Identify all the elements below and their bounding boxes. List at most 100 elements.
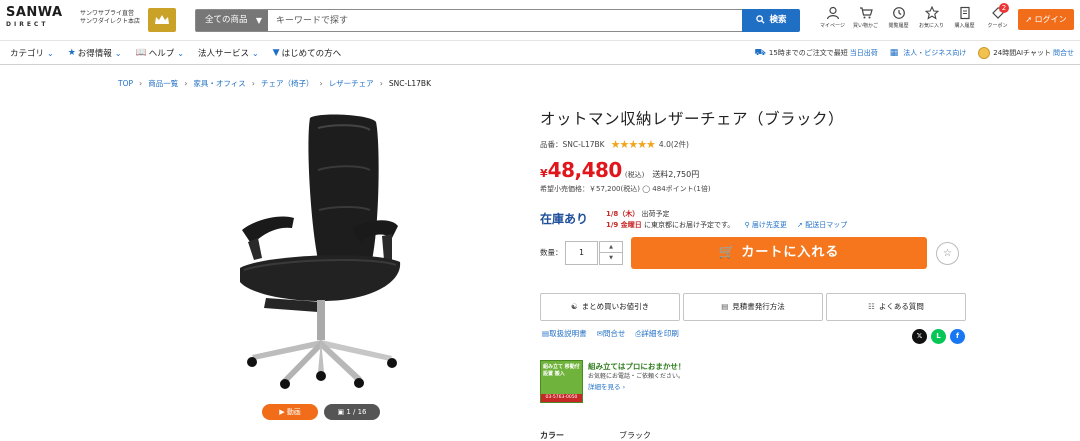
arrival-date-text: に東京都にお届け予定です。: [643, 221, 735, 229]
video-button[interactable]: ▶ 動画: [262, 404, 318, 420]
logo-main-text: SANWA: [6, 5, 63, 20]
history-icon: [892, 7, 905, 19]
star-icon: ★: [67, 48, 76, 58]
coupon-link[interactable]: 2 クーポン: [981, 3, 1014, 34]
assembly-service-subtitle: お気軽にお電話・ご依頼ください。: [588, 373, 685, 380]
coupon-label: クーポン: [987, 23, 1008, 29]
price-currency: ¥: [540, 167, 548, 180]
logo-subtitle-line1: サンワサプライ直営: [80, 10, 135, 17]
search-input[interactable]: [268, 10, 742, 31]
search-bar: 全ての商品 ▼ 検索: [195, 9, 800, 32]
quantity-input[interactable]: 1: [565, 241, 598, 265]
assembly-service-title: 組み立てはプロにおまかせ！: [588, 362, 686, 371]
ai-chat-text: 24時間AIチャット: [993, 49, 1051, 57]
crown-icon[interactable]: [148, 8, 176, 32]
shipping-fee: 送料2,750円: [652, 170, 700, 179]
site-logo[interactable]: SANWA DIRECT: [6, 6, 68, 34]
nav-item-help[interactable]: 📖 ヘルプ ⌄: [136, 47, 184, 59]
manual-link[interactable]: ▤取扱説明書: [542, 328, 587, 339]
sku-rating-row: 品番：SNC-L17BK ★★★★★ 4.0(2件): [540, 138, 689, 151]
logo-direct-text: DIRECT: [6, 21, 49, 28]
search-icon: [755, 15, 765, 24]
assembly-service-image[interactable]: 組み立て 移動付 設置 搬入 03-5763-0050: [540, 360, 583, 403]
shipping-info-text: 15時までのご注文で最短: [768, 49, 848, 57]
spec-color-label: カラー: [540, 431, 564, 440]
header-icon-bar: マイページ 買い物かご 閲覧履歴 お気に入り 購入履歴 2 クーポン: [816, 3, 1014, 34]
add-to-cart-button[interactable]: 🛒 カートに入れる: [631, 237, 927, 269]
favorite-button[interactable]: ☆: [936, 242, 959, 265]
nav-item-beginner[interactable]: ▼ はじめての方へ: [273, 47, 341, 59]
rating-value[interactable]: 4.0(2件): [659, 139, 689, 150]
chevron-right-icon: ›: [379, 79, 383, 88]
corporate-link[interactable]: ▦ 法人・ビジネス向け: [890, 48, 967, 58]
product-title: オットマン収納レザーチェア（ブラック）: [540, 110, 845, 128]
handshake-icon: ☯: [570, 302, 578, 311]
breadcrumb-item-leather-chair[interactable]: レザーチェア: [329, 78, 374, 89]
video-button-label: 動画: [286, 408, 301, 416]
login-button[interactable]: ➚ ログイン: [1018, 9, 1074, 30]
product-sku: 品番：SNC-L17BK: [540, 140, 605, 149]
quantity-decrease-icon[interactable]: ▼: [600, 253, 622, 264]
inquiry-link[interactable]: ✉問合せ: [597, 328, 626, 339]
msrp-row: 希望小売価格：￥57,200(税込) ◯ 484ポイント(1倍): [540, 184, 711, 194]
category-select[interactable]: 全ての商品 ▼: [196, 10, 268, 31]
delivery-line-2: 1/9 金曜日 に東京都にお届け予定です。 ⚲ 届け先変更 ➚ 配送日マップ: [606, 220, 847, 231]
pin-icon: ⚲: [744, 221, 750, 229]
rating-stars[interactable]: ★★★★★: [611, 138, 656, 151]
product-main-image[interactable]: [222, 110, 422, 395]
purchase-history-link[interactable]: 購入履歴: [948, 6, 981, 34]
price-tax-note: (税込): [624, 171, 645, 179]
breadcrumb-item-current: SNC-L17BK: [388, 79, 431, 88]
delivery-map-link[interactable]: ➚ 配送日マップ: [797, 221, 847, 229]
line-share-icon[interactable]: L: [931, 329, 946, 344]
print-link[interactable]: ⎙詳細を印刷: [635, 328, 679, 339]
nav-item-category[interactable]: カテゴリ ⌄: [10, 47, 54, 60]
quote-method-label: 見積書発行方法: [732, 302, 785, 311]
change-destination-link[interactable]: ⚲ 届け先変更: [745, 221, 787, 229]
quantity-label: 数量：: [540, 248, 563, 257]
ai-chat-link-label: 問合せ: [1053, 49, 1074, 57]
chevron-right-icon: ›: [622, 383, 626, 391]
login-button-label: ログイン: [1034, 15, 1067, 24]
search-button[interactable]: 検索: [742, 9, 800, 32]
nav-item-beginner-label: はじめての方へ: [281, 49, 342, 59]
quantity-stepper[interactable]: ▲ ▼: [599, 241, 623, 265]
quote-method-button[interactable]: ▤ 見積書発行方法: [683, 293, 823, 321]
assembly-details-link[interactable]: 詳細を見る ›: [588, 381, 625, 391]
history-link[interactable]: 閲覧履歴: [882, 6, 915, 34]
facebook-share-icon[interactable]: f: [950, 329, 965, 344]
x-share-icon[interactable]: 𝕏: [912, 329, 927, 344]
cart-label: 買い物かご: [852, 23, 878, 29]
shipping-info-link: 当日出荷: [849, 49, 878, 57]
ai-chat-link[interactable]: 24時間AIチャット 問合せ: [978, 47, 1074, 59]
chevron-down-icon: ⌄: [251, 48, 259, 58]
assembly-details-label: 詳細を見る: [588, 383, 621, 391]
receipt-icon: [959, 6, 970, 20]
cart-link[interactable]: 買い物かご: [849, 6, 882, 34]
assembly-image-text: 組み立て 移動付 設置 搬入: [543, 364, 580, 377]
points-value: 484ポイント(1倍): [652, 185, 711, 193]
nav-right: ⛟ 15時までのご注文で最短 当日出荷 ▦ 法人・ビジネス向け 24時間AIチャ…: [755, 41, 1074, 65]
shipping-info[interactable]: ⛟ 15時までのご注文で最短 当日出荷: [755, 48, 878, 59]
stock-status: 在庫あり: [540, 212, 589, 226]
nav-item-help-label: ヘルプ: [148, 49, 175, 59]
cart-icon: [859, 7, 873, 19]
favorites-link[interactable]: お気に入り: [915, 6, 948, 34]
breadcrumb-item-furniture[interactable]: 家具・オフィス: [193, 78, 245, 89]
delivery-map-label: 配送日マップ: [805, 221, 848, 229]
book-icon: 📖: [135, 48, 147, 58]
quantity-increase-icon[interactable]: ▲: [600, 242, 622, 253]
faq-button[interactable]: ☷ よくある質問: [826, 293, 966, 321]
nav-item-corporate-label: 法人サービス: [197, 49, 249, 59]
bulk-discount-button[interactable]: ☯ まとめ買いお値引き: [540, 293, 680, 321]
breadcrumb-item-chair[interactable]: チェア（椅子）: [261, 78, 314, 89]
breadcrumb-item-products[interactable]: 商品一覧: [148, 78, 178, 89]
image-gallery-button[interactable]: ▣ 1 / 16: [324, 404, 380, 420]
chevron-right-icon: ›: [139, 79, 143, 88]
image-count-label: 1 / 16: [346, 408, 367, 416]
nav-item-deals[interactable]: ★ お得情報 ⌄: [68, 47, 122, 59]
mypage-link[interactable]: マイページ: [816, 6, 849, 34]
login-icon: ➚: [1025, 15, 1033, 24]
breadcrumb-item-top[interactable]: TOP: [118, 79, 133, 88]
nav-item-corporate[interactable]: 法人サービス ⌄: [197, 47, 259, 60]
